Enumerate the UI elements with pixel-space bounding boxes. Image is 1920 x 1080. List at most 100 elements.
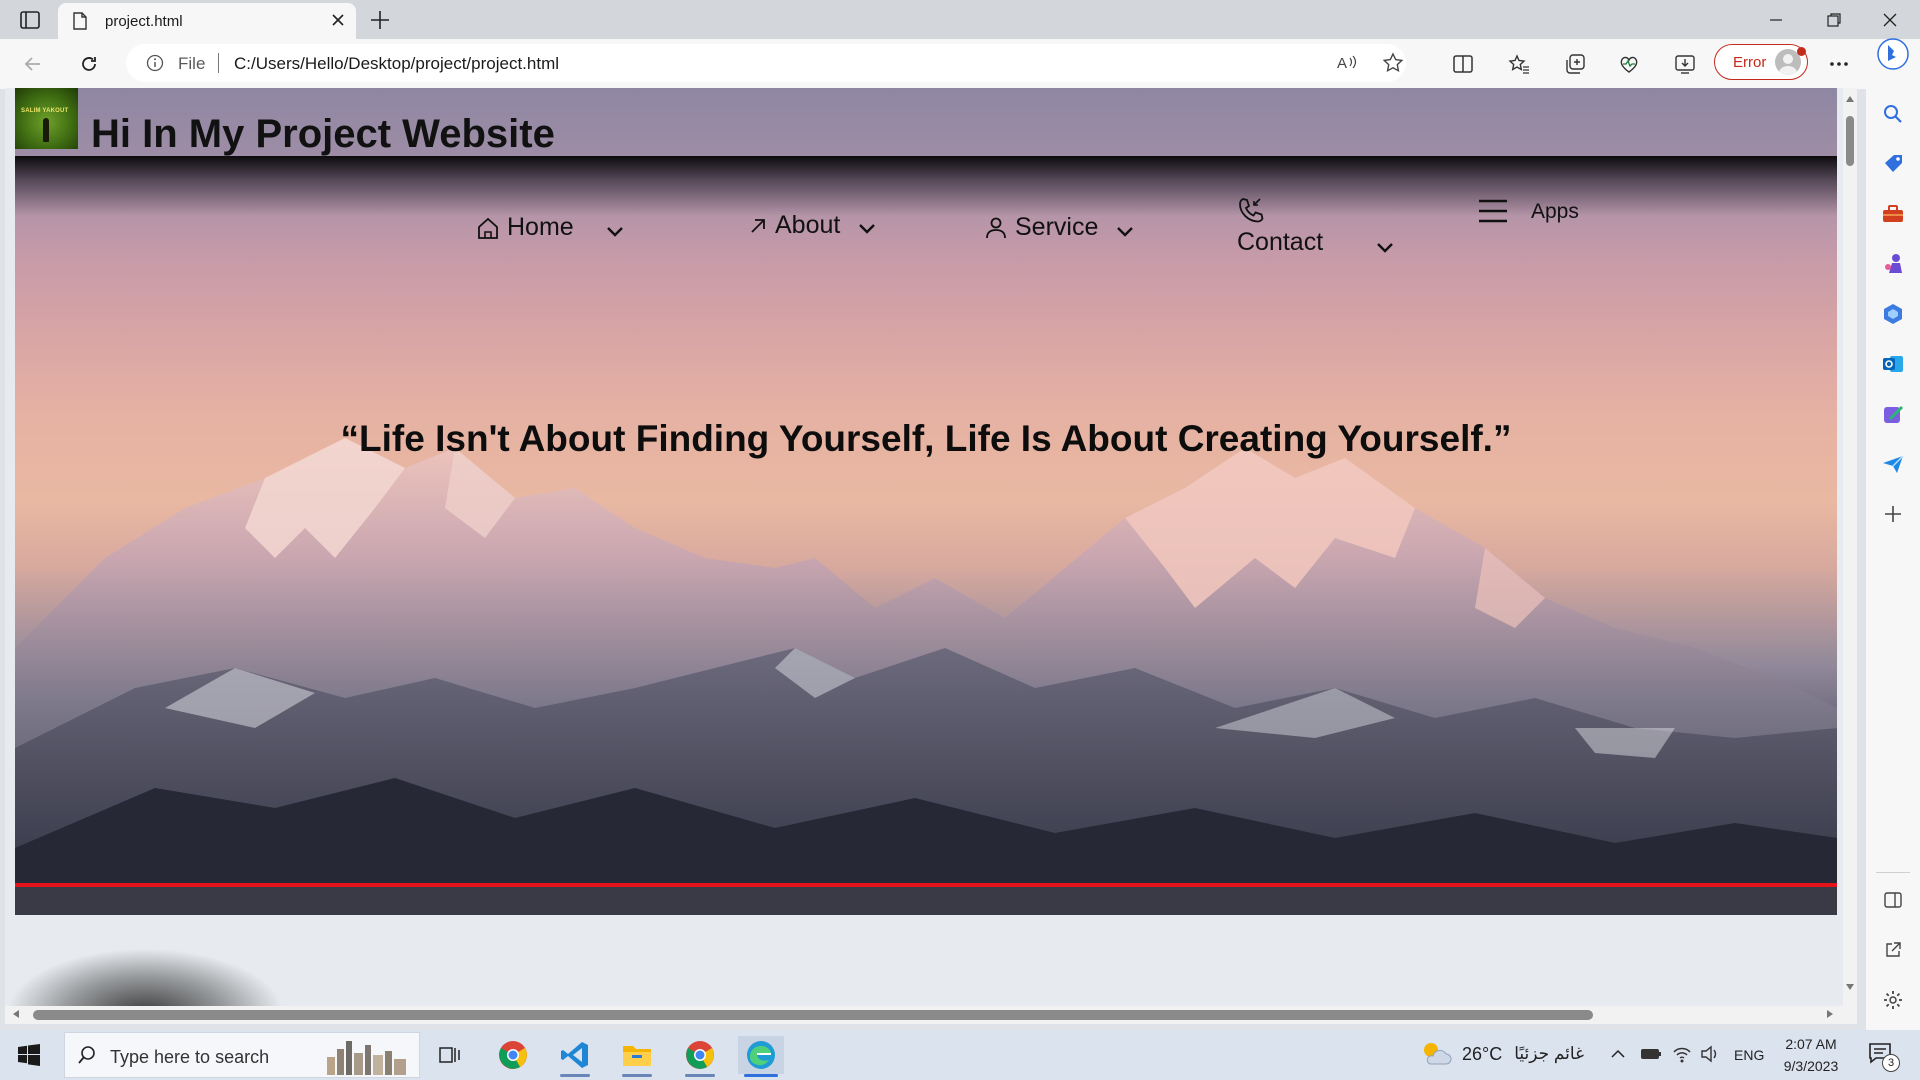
address-separator	[218, 53, 219, 73]
restore-button[interactable]	[1822, 8, 1846, 32]
external-link-icon	[1886, 942, 1901, 957]
document-icon	[73, 12, 87, 30]
running-indicator	[622, 1074, 652, 1077]
hero-quote: “Life Isn't About Finding Yourself, Life…	[340, 418, 1512, 459]
chrome-icon	[499, 1041, 527, 1069]
horizontal-scrollbar[interactable]	[5, 1006, 1857, 1024]
sidebar-settings-button[interactable]	[1880, 987, 1906, 1013]
taskbar-vscode[interactable]	[552, 1036, 598, 1077]
close-tab-icon[interactable]	[330, 12, 346, 28]
taskbar-chrome-1[interactable]	[490, 1036, 536, 1074]
taskbar-search-box[interactable]: Type here to search	[64, 1032, 420, 1078]
gear-icon	[1884, 991, 1902, 1009]
active-indicator	[744, 1074, 778, 1077]
games-button[interactable]	[1880, 251, 1906, 277]
split-screen-button[interactable]	[1450, 51, 1476, 77]
close-window-button[interactable]	[1878, 8, 1902, 32]
volume-icon[interactable]	[1700, 1045, 1720, 1063]
address-url[interactable]: C:/Users/Hello/Desktop/project/project.h…	[234, 54, 559, 74]
designer-button[interactable]	[1880, 401, 1906, 427]
battery-icon[interactable]	[1640, 1046, 1662, 1062]
browser-tab[interactable]: project.html	[58, 3, 356, 39]
windows-start-icon[interactable]	[18, 1044, 40, 1066]
horizontal-scroll-thumb[interactable]	[33, 1010, 1593, 1020]
weather-temperature: 26°C	[1462, 1043, 1503, 1064]
shopping-button[interactable]	[1880, 151, 1906, 177]
page-viewport: SALIM YAKOUT Hi In My Project Website Ho…	[5, 88, 1857, 1006]
taskbar-file-explorer[interactable]	[614, 1036, 660, 1077]
taskbar-chrome-2[interactable]	[677, 1036, 723, 1077]
scheme-label: File	[178, 54, 206, 73]
scroll-right-icon[interactable]	[1827, 1010, 1833, 1018]
chevron-down-icon[interactable]	[1375, 241, 1395, 253]
nav-apps[interactable]: Apps	[1531, 200, 1579, 224]
settings-menu-button[interactable]	[1826, 51, 1852, 77]
favorite-star-icon[interactable]	[1382, 52, 1404, 74]
site-title: Hi In My Project Website	[91, 112, 555, 156]
vertical-scroll-thumb[interactable]	[1846, 116, 1854, 166]
chevron-down-icon[interactable]	[605, 225, 625, 237]
drop-button[interactable]	[1880, 451, 1906, 477]
copilot-button[interactable]	[1877, 38, 1909, 70]
close-icon	[1883, 13, 1897, 27]
tools-button[interactable]	[1880, 201, 1906, 227]
task-view-button[interactable]	[427, 1036, 473, 1074]
refresh-button[interactable]	[76, 51, 102, 77]
taskbar-edge[interactable]	[738, 1036, 784, 1077]
restore-icon	[1827, 13, 1841, 27]
collections-icon	[1566, 54, 1585, 74]
scroll-up-icon[interactable]	[1846, 96, 1854, 102]
microsoft365-button[interactable]	[1880, 301, 1906, 327]
hamburger-icon[interactable]	[1477, 198, 1509, 224]
collections-button[interactable]	[1562, 51, 1588, 77]
office-icon	[1884, 304, 1902, 324]
site-logo[interactable]: SALIM YAKOUT	[15, 88, 78, 149]
nav-contact[interactable]: Contact	[1237, 228, 1323, 257]
running-indicator	[685, 1074, 715, 1077]
profile-error-button[interactable]: Error	[1714, 44, 1808, 80]
browser-toolbar: File C:/Users/Hello/Desktop/project/proj…	[0, 39, 1920, 89]
search-icon	[1884, 105, 1902, 123]
nav-about[interactable]: About	[749, 211, 840, 240]
scroll-left-icon[interactable]	[13, 1010, 19, 1018]
nav-home[interactable]: Home	[477, 213, 574, 242]
hide-sidebar-button[interactable]	[1880, 887, 1906, 913]
notification-center-button[interactable]: 3	[1868, 1042, 1900, 1072]
chess-piece-icon	[1885, 254, 1902, 273]
outlook-button[interactable]	[1880, 351, 1906, 377]
downloads-button[interactable]	[1672, 51, 1698, 77]
toolbox-icon	[1883, 205, 1903, 222]
taskbar-clock[interactable]: 2:07 AM 9/3/2023	[1775, 1033, 1847, 1077]
favorites-button[interactable]	[1506, 51, 1532, 77]
open-external-button[interactable]	[1880, 937, 1906, 963]
scroll-down-icon[interactable]	[1846, 984, 1854, 990]
read-aloud-icon[interactable]: A	[1336, 52, 1358, 72]
address-bar[interactable]: File C:/Users/Hello/Desktop/project/proj…	[126, 44, 1406, 82]
minimize-button[interactable]	[1764, 8, 1788, 32]
input-language[interactable]: ENG	[1734, 1047, 1764, 1063]
add-sidebar-app-button[interactable]	[1880, 501, 1906, 527]
tab-bar: project.html	[0, 0, 1920, 39]
chevron-down-icon[interactable]	[1115, 225, 1135, 237]
tab-actions-icon	[20, 11, 40, 29]
browser-essentials-button[interactable]	[1616, 51, 1642, 77]
tab-title: project.html	[105, 13, 183, 30]
wifi-icon[interactable]	[1672, 1044, 1692, 1064]
weather-widget[interactable]: 26°C غائم جزئيًا	[1420, 1040, 1584, 1068]
chevron-down-icon[interactable]	[857, 222, 877, 234]
vertical-scrollbar[interactable]	[1843, 88, 1857, 1006]
refresh-icon	[82, 57, 96, 71]
chevron-up-icon[interactable]	[1610, 1048, 1626, 1058]
hero-section: SALIM YAKOUT Hi In My Project Website Ho…	[15, 88, 1837, 915]
phone-icon[interactable]	[1237, 196, 1265, 224]
sidebar-divider	[1876, 872, 1910, 873]
logo-text: SALIM YAKOUT	[21, 108, 69, 114]
new-tab-icon[interactable]	[368, 8, 392, 32]
more-dots-icon	[1830, 62, 1848, 66]
tab-actions-button[interactable]	[14, 8, 46, 32]
back-button[interactable]	[20, 51, 46, 77]
info-icon[interactable]	[146, 54, 164, 72]
nav-service[interactable]: Service	[985, 213, 1098, 242]
favorites-icon	[1508, 54, 1529, 74]
search-sidebar-button[interactable]	[1880, 101, 1906, 127]
